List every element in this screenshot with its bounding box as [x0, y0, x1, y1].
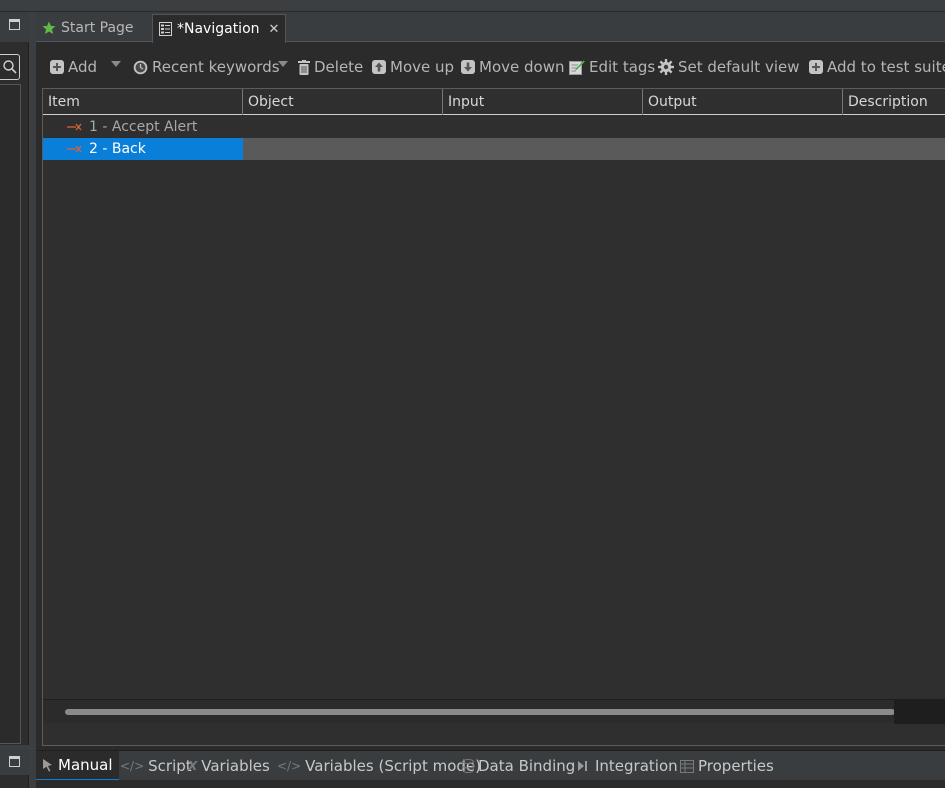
delete-label: Delete [314, 58, 364, 76]
recent-keywords-dropdown-icon[interactable] [278, 61, 288, 67]
tab-label: Variables (Script mode) [305, 757, 481, 775]
tab-navigation[interactable]: *Navigation ✕ [152, 14, 287, 43]
item-cell[interactable]: 1 - Accept Alert [43, 116, 243, 138]
tab-label: Variables [201, 757, 270, 775]
item-cell[interactable]: 2 - Back [43, 138, 243, 160]
edit-tags-label: Edit tags [589, 58, 656, 76]
tab-label: Integration [595, 757, 678, 775]
editor-tab-bar: Start Page *Navigation ✕ [36, 12, 945, 43]
close-icon[interactable]: ✕ [269, 22, 280, 37]
delete-button[interactable]: Delete [298, 52, 363, 82]
gear-icon [658, 59, 674, 75]
add-to-test-suite-label: Add to test suite [827, 58, 945, 76]
tab-manual[interactable]: Manual [36, 751, 119, 781]
search-button[interactable] [0, 54, 20, 80]
database-icon [462, 759, 474, 773]
cursor-icon [43, 759, 52, 772]
move-up-label: Move up [390, 58, 455, 76]
tab-variables-script-mode[interactable]: </> Variables (Script mode) [277, 751, 481, 781]
scrollbar-corner [894, 700, 945, 724]
code-icon: </> [120, 759, 145, 773]
editor-mode-tabs: Manual </> Script X Variables </> Variab… [36, 750, 945, 781]
move-down-button[interactable]: Move down [461, 52, 564, 82]
item-label: 1 - Accept Alert [89, 119, 198, 135]
keyword-icon [67, 123, 82, 131]
tab-integration[interactable]: Integration [577, 751, 678, 781]
column-header-item[interactable]: Item [43, 89, 243, 115]
horizontal-scrollbar[interactable] [43, 699, 945, 724]
left-explorer-panel [0, 12, 29, 788]
move-up-button[interactable]: Move up [372, 52, 454, 82]
properties-icon [680, 759, 694, 773]
keyword-toolbar: Add Recent keywords Delete Move up Move … [36, 52, 945, 82]
tab-properties[interactable]: Properties [680, 751, 774, 781]
table-row[interactable]: 1 - Accept Alert [43, 116, 945, 138]
table-row-selected[interactable]: 2 - Back [43, 138, 945, 160]
add-label: Add [68, 58, 98, 76]
explorer-tree[interactable] [0, 84, 21, 744]
code-icon: </> [277, 759, 302, 773]
maximize-icon[interactable] [9, 19, 20, 30]
document-icon [159, 22, 172, 36]
test-case-editor: Start Page *Navigation ✕ Add Recent keyw… [36, 12, 945, 788]
sash-divider[interactable] [29, 12, 36, 788]
edit-tags-button[interactable]: Edit tags [569, 52, 655, 82]
add-to-test-suite-button[interactable]: Add to test suite [809, 52, 945, 82]
column-header-object[interactable]: Object [243, 89, 443, 115]
tab-label: Properties [698, 757, 774, 775]
add-icon [809, 60, 823, 74]
arrow-down-icon [461, 60, 475, 74]
set-default-view-label: Set default view [678, 58, 800, 76]
tab-variables[interactable]: X Variables [188, 751, 270, 781]
column-header-description[interactable]: Description [843, 89, 945, 115]
tab-label: Data Binding [478, 757, 576, 775]
add-button[interactable]: Add [50, 52, 97, 82]
add-dropdown-icon[interactable] [111, 61, 121, 67]
star-icon [42, 21, 56, 34]
column-header-input[interactable]: Input [443, 89, 643, 115]
search-icon [3, 60, 17, 74]
keyword-icon [67, 145, 82, 153]
window-top-strip [0, 0, 945, 12]
recent-keywords-button[interactable]: Recent keywords [133, 52, 280, 82]
trash-icon [298, 59, 310, 75]
edit-tag-icon [569, 60, 585, 75]
tab-script[interactable]: </> Script [120, 751, 192, 781]
tab-label: Manual [58, 756, 113, 774]
tab-label: *Navigation [177, 21, 260, 37]
clock-icon [133, 60, 148, 74]
table-header: Item Object Input Output Description [43, 89, 945, 115]
tab-start-page[interactable]: Start Page [36, 14, 140, 42]
keyword-table[interactable]: Item Object Input Output Description 1 -… [42, 88, 945, 746]
column-header-output[interactable]: Output [643, 89, 843, 115]
tab-data-binding[interactable]: Data Binding [462, 751, 575, 781]
bottom-strip [36, 780, 945, 788]
maximize-icon[interactable] [9, 756, 20, 767]
move-down-label: Move down [479, 58, 565, 76]
integration-icon [578, 761, 587, 771]
variable-icon: X [188, 759, 198, 773]
item-label: 2 - Back [89, 141, 146, 157]
recent-keywords-label: Recent keywords [152, 58, 280, 76]
scrollbar-thumb[interactable] [65, 709, 895, 715]
tab-label: Start Page [61, 20, 134, 36]
row-remaining-cells[interactable] [243, 138, 945, 160]
tab-label: Script [148, 757, 192, 775]
arrow-up-icon [372, 60, 386, 74]
add-icon [50, 60, 64, 74]
set-default-view-button[interactable]: Set default view [658, 52, 800, 82]
